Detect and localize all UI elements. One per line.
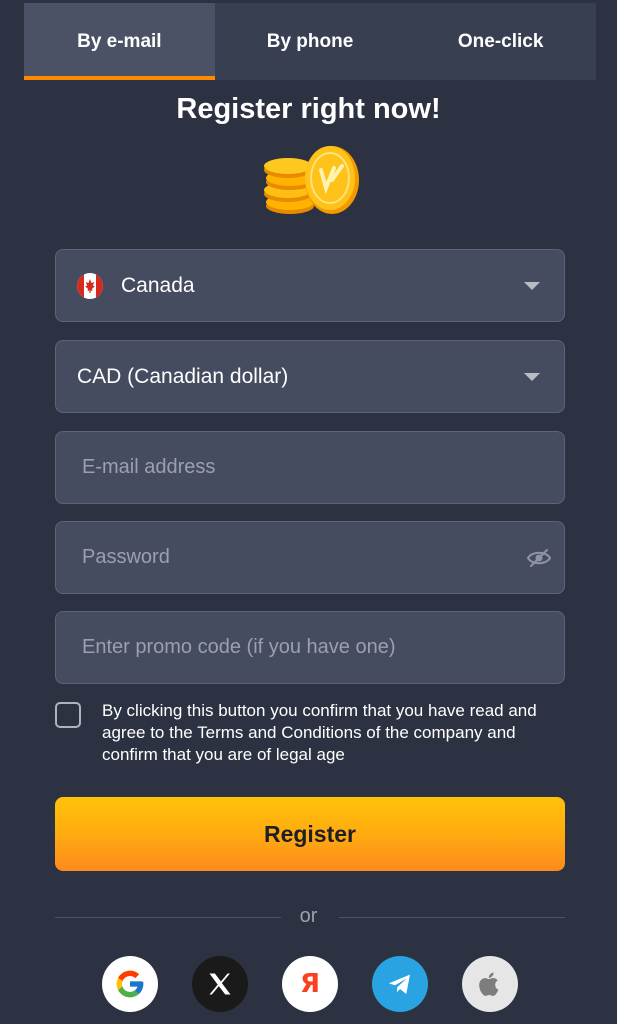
- x-login-button[interactable]: [192, 956, 248, 1012]
- register-button-label: Register: [263, 820, 357, 847]
- registration-page: By e-mail By phone One-click Register ri…: [0, 0, 617, 1024]
- currency-value: CAD (Canadian dollar): [77, 364, 289, 388]
- yandex-icon: Я: [299, 969, 321, 999]
- terms-checkbox[interactable]: [55, 702, 81, 728]
- divider-line-right: [339, 917, 565, 918]
- chevron-down-icon: [524, 282, 540, 290]
- currency-select[interactable]: CAD (Canadian dollar): [55, 340, 565, 413]
- tab-label: By phone: [266, 30, 354, 52]
- promo-code-input[interactable]: [82, 612, 482, 683]
- apple-icon: [479, 972, 499, 996]
- country-value: Canada: [121, 273, 195, 297]
- page-title: Register right now!: [176, 93, 441, 125]
- password-field[interactable]: [55, 521, 565, 594]
- registration-method-tabs: By e-mail By phone One-click: [24, 3, 596, 80]
- tab-label: One-click: [457, 30, 544, 52]
- email-field[interactable]: [55, 431, 565, 504]
- telegram-login-button[interactable]: [372, 956, 428, 1012]
- eye-off-icon[interactable]: [526, 547, 552, 569]
- coins-icon: [264, 146, 359, 214]
- country-select[interactable]: Canada: [55, 249, 565, 322]
- tab-one-click[interactable]: One-click: [405, 3, 596, 80]
- google-login-button[interactable]: [102, 956, 158, 1012]
- tab-by-phone[interactable]: By phone: [215, 3, 406, 80]
- tab-by-email[interactable]: By e-mail: [24, 3, 215, 80]
- canada-flag-icon: [77, 272, 103, 299]
- promo-code-field[interactable]: [55, 611, 565, 684]
- google-icon: [116, 970, 144, 998]
- x-icon: [209, 973, 231, 995]
- telegram-icon: [388, 974, 410, 994]
- tab-label: By e-mail: [77, 30, 162, 52]
- password-input[interactable]: [82, 522, 482, 593]
- terms-text: By clicking this button you confirm that…: [102, 701, 537, 764]
- chevron-down-icon: [524, 373, 540, 381]
- yandex-login-button[interactable]: Я: [282, 956, 338, 1012]
- email-input[interactable]: [82, 432, 482, 503]
- register-button[interactable]: Register: [55, 797, 565, 871]
- apple-login-button[interactable]: [462, 956, 518, 1012]
